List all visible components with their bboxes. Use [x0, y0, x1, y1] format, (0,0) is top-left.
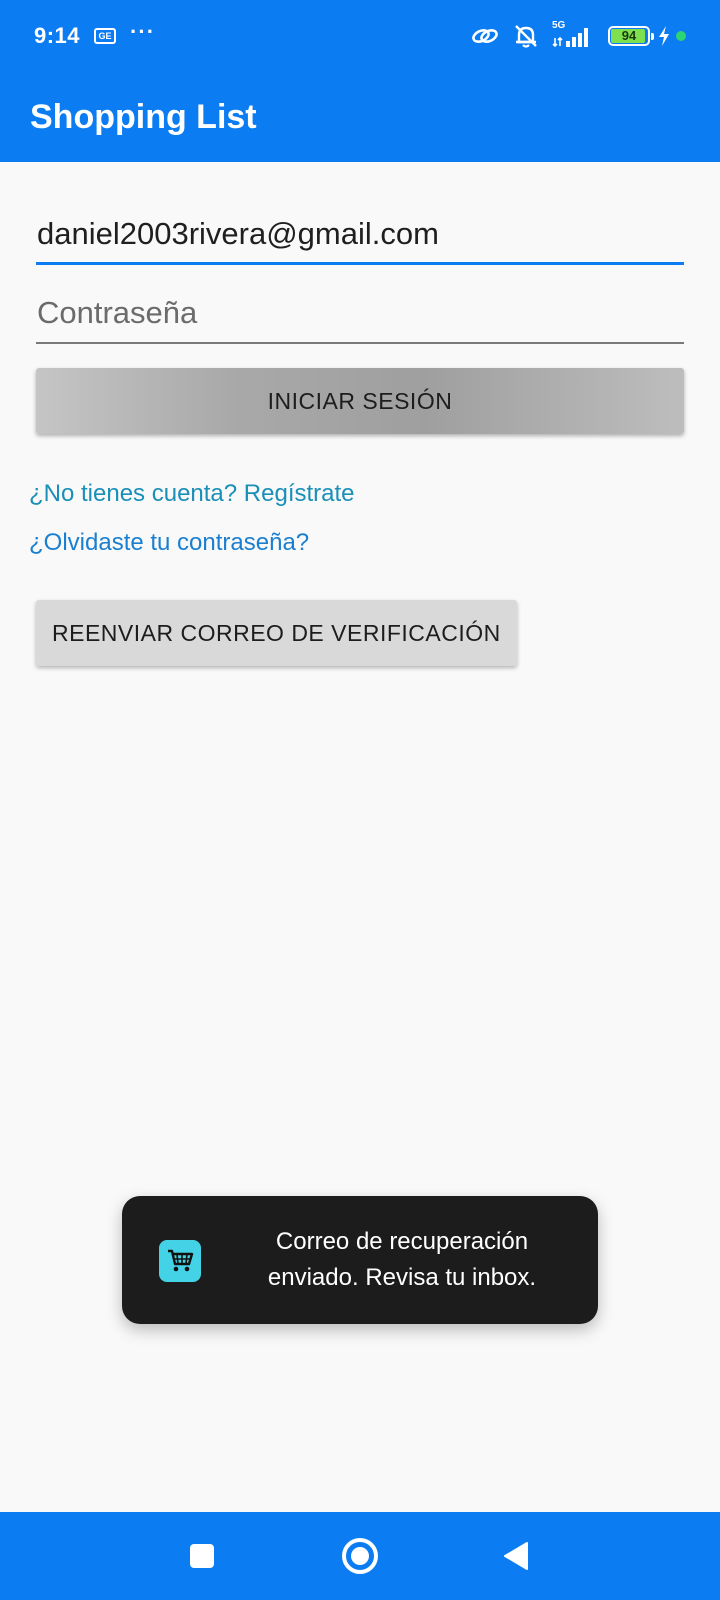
privacy-dot-icon: [676, 31, 686, 41]
email-input[interactable]: [36, 205, 684, 265]
home-icon[interactable]: [320, 1512, 400, 1600]
status-time: 9:14: [34, 23, 81, 48]
ge-notification-icon: GE: [94, 28, 117, 44]
register-link[interactable]: ¿No tienes cuenta? Regístrate: [29, 480, 355, 508]
battery-icon: 94: [608, 26, 654, 46]
app-bar: Shopping List: [0, 72, 720, 162]
status-bar: 9:14 GE ··· 5G 94: [0, 0, 720, 72]
signal-icon: 5G: [552, 20, 596, 48]
back-icon[interactable]: [476, 1512, 556, 1600]
battery-cap: [651, 33, 654, 40]
status-left: 9:14 GE ···: [34, 19, 155, 49]
email-field[interactable]: [36, 205, 684, 265]
login-button[interactable]: INICIAR SESIÓN: [36, 368, 684, 434]
more-notifications-icon: ···: [130, 19, 156, 44]
forgot-password-link[interactable]: ¿Olvidaste tu contraseña?: [29, 529, 309, 557]
app-title: Shopping List: [30, 97, 257, 136]
battery-level: 94: [621, 28, 637, 43]
status-right: 5G 94: [470, 20, 686, 49]
toast: Correo de recuperación enviado. Revisa t…: [122, 1196, 598, 1324]
network-type-label: 5G: [552, 20, 566, 31]
recents-icon[interactable]: [162, 1512, 242, 1600]
resend-verification-button[interactable]: REENVIAR CORREO DE VERIFICACIÓN: [36, 600, 517, 666]
password-input[interactable]: [36, 284, 684, 344]
bell-off-icon: [512, 23, 540, 49]
toast-message: Correo de recuperación enviado. Revisa t…: [267, 1228, 537, 1291]
navigation-bar: [0, 1512, 720, 1600]
password-field[interactable]: [36, 284, 684, 344]
charging-icon: [658, 26, 670, 46]
link-icon: [470, 25, 500, 47]
shopping-cart-icon: [159, 1240, 201, 1282]
